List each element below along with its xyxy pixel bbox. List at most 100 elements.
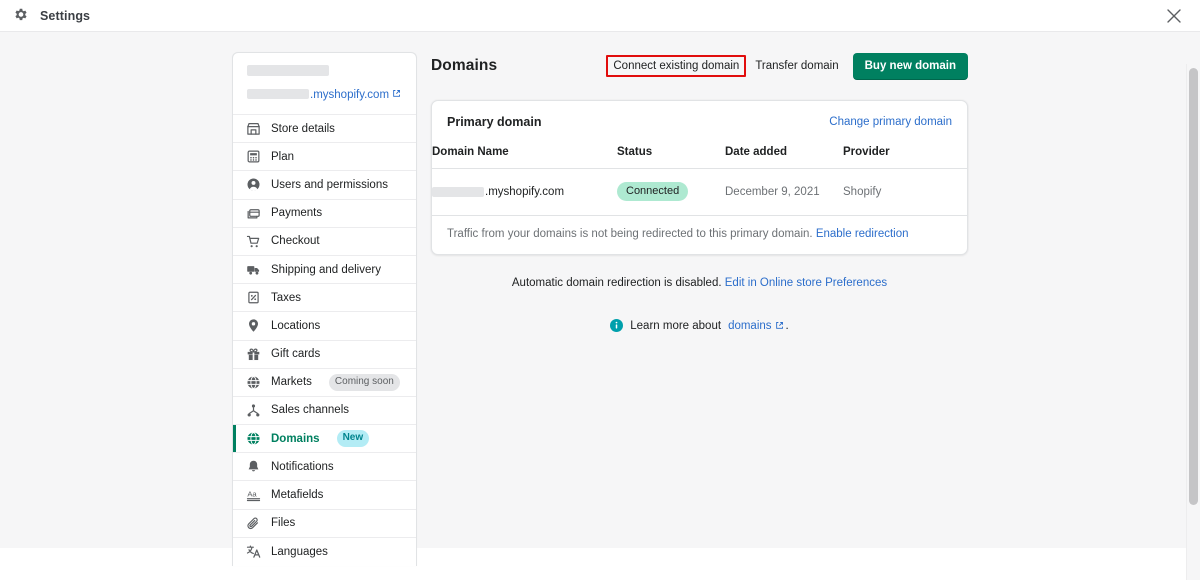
domains-help-link[interactable]: domains — [728, 320, 771, 332]
edit-online-store-preferences-link[interactable]: Edit in Online store Preferences — [725, 277, 887, 289]
percent-icon — [246, 290, 261, 305]
main-content: Domains Connect existing domain Transfer… — [431, 52, 968, 332]
cell-status: Connected — [617, 169, 725, 216]
close-button[interactable] — [1158, 0, 1190, 32]
channels-icon — [246, 403, 261, 418]
header-actions: Connect existing domain Transfer domain … — [606, 53, 968, 80]
change-primary-domain-link[interactable]: Change primary domain — [829, 116, 952, 128]
sidebar-item-label: Files — [271, 517, 295, 529]
sidebar-item-label: Plan — [271, 151, 294, 163]
store-name-redacted — [247, 65, 329, 76]
learn-more-suffix: . — [786, 320, 789, 332]
external-link-icon — [775, 321, 784, 330]
page-title: Domains — [431, 57, 497, 75]
app-top-bar: Settings — [0, 0, 1200, 32]
sidebar-item-payments[interactable]: Payments — [233, 200, 416, 228]
sidebar-item-domains[interactable]: Domains New — [233, 425, 416, 453]
redirection-notice-text: Traffic from your domains is not being r… — [447, 228, 813, 240]
sidebar-item-shipping-and-delivery[interactable]: Shipping and delivery — [233, 256, 416, 284]
window-title: Settings — [40, 9, 90, 23]
page-scrollbar-thumb[interactable] — [1189, 68, 1198, 505]
sidebar-item-metafields[interactable]: Aa Metafields — [233, 481, 416, 509]
sidebar-item-badge: New — [337, 430, 370, 447]
main-header: Domains Connect existing domain Transfer… — [431, 52, 968, 80]
calculator-icon — [246, 149, 261, 164]
cell-domain-name: .myshopify.com — [432, 169, 617, 216]
column-header-provider: Provider — [843, 140, 967, 169]
column-header-domain-name: Domain Name — [432, 140, 617, 169]
transfer-domain-button[interactable]: Transfer domain — [748, 55, 845, 77]
sidebar-item-label: Locations — [271, 320, 320, 332]
sidebar-item-checkout[interactable]: Checkout — [233, 228, 416, 256]
column-header-date-added: Date added — [725, 140, 843, 169]
sidebar-item-label: Taxes — [271, 292, 301, 304]
sidebar-item-locations[interactable]: Locations — [233, 312, 416, 340]
sidebar-item-store-details[interactable]: Store details — [233, 115, 416, 143]
table-row[interactable]: .myshopify.com ConnectedDecember 9, 2021S… — [432, 169, 967, 216]
truck-icon — [246, 262, 261, 277]
sidebar-item-label: Domains — [271, 433, 320, 445]
sidebar-nav-list: Store details Plan Users and permissions Pa… — [233, 115, 416, 566]
sidebar-item-users-and-permissions[interactable]: Users and permissions — [233, 171, 416, 199]
domain-name-text: .myshopify.com — [485, 186, 564, 198]
page-scrollbar-track[interactable] — [1186, 64, 1200, 580]
sidebar-item-badge: Coming soon — [329, 374, 400, 391]
primary-domain-card: Primary domain Change primary domain Dom… — [431, 100, 968, 255]
storefront-icon — [246, 121, 261, 136]
store-handle-redacted — [247, 89, 309, 99]
sidebar-item-label: Sales channels — [271, 404, 349, 416]
cell-provider: Shopify — [843, 169, 967, 216]
top-bar-left-group: Settings — [0, 7, 90, 25]
auto-redirection-text: Automatic domain redirection is disabled… — [512, 277, 722, 289]
store-domain-label[interactable]: .myshopify.com — [310, 89, 389, 101]
sidebar-item-sales-channels[interactable]: Sales channels — [233, 397, 416, 425]
domains-table-body: .myshopify.com ConnectedDecember 9, 2021S… — [432, 169, 967, 216]
sidebar-item-taxes[interactable]: Taxes — [233, 284, 416, 312]
metafields-icon: Aa — [246, 488, 261, 503]
connect-existing-domain-button[interactable]: Connect existing domain — [606, 55, 746, 77]
sidebar-item-label: Checkout — [271, 235, 320, 247]
external-link-icon — [392, 85, 401, 94]
sidebar-item-label: Users and permissions — [271, 179, 388, 191]
sidebar-item-label: Payments — [271, 207, 322, 219]
cart-icon — [246, 234, 261, 249]
paperclip-icon — [246, 516, 261, 531]
sidebar-item-files[interactable]: Files — [233, 510, 416, 538]
close-icon — [1167, 9, 1181, 23]
person-icon — [246, 177, 261, 192]
sidebar-item-markets[interactable]: Markets Coming soon — [233, 369, 416, 397]
sidebar-item-label: Shipping and delivery — [271, 264, 381, 276]
cell-date-added: December 9, 2021 — [725, 169, 843, 216]
redirection-notice: Traffic from your domains is not being r… — [432, 216, 967, 254]
sidebar-item-label: Gift cards — [271, 348, 320, 360]
bell-icon — [246, 459, 261, 474]
domain-name-wrapper: .myshopify.com — [432, 186, 617, 198]
page-body: .myshopify.com Store details Plan Users an… — [0, 32, 1200, 548]
learn-more-row: Learn more about domains . — [431, 319, 968, 332]
column-header-status: Status — [617, 140, 725, 169]
domains-table: Domain Name Status Date added Provider .… — [432, 140, 967, 216]
sidebar-item-label: Metafields — [271, 489, 323, 501]
sidebar-item-gift-cards[interactable]: Gift cards — [233, 341, 416, 369]
enable-redirection-link[interactable]: Enable redirection — [816, 228, 909, 240]
auto-redirection-note: Automatic domain redirection is disabled… — [431, 277, 968, 289]
translate-icon — [246, 544, 261, 559]
primary-domain-title: Primary domain — [447, 115, 541, 129]
buy-new-domain-button[interactable]: Buy new domain — [853, 53, 968, 80]
credit-card-icon — [246, 206, 261, 221]
sidebar-item-label: Markets — [271, 376, 312, 388]
sidebar-item-languages[interactable]: Languages — [233, 538, 416, 566]
settings-sidebar: .myshopify.com Store details Plan Users an… — [232, 52, 417, 566]
globe-icon — [246, 431, 261, 446]
sidebar-store-header: .myshopify.com — [233, 53, 416, 115]
info-icon — [610, 319, 623, 332]
sidebar-item-label: Notifications — [271, 461, 334, 473]
domains-table-head: Domain Name Status Date added Provider — [432, 140, 967, 169]
table-header-row: Domain Name Status Date added Provider — [432, 140, 967, 169]
sidebar-item-notifications[interactable]: Notifications — [233, 453, 416, 481]
sidebar-item-plan[interactable]: Plan — [233, 143, 416, 171]
learn-more-prefix: Learn more about — [630, 320, 721, 332]
globe-icon — [246, 375, 261, 390]
domain-name-redacted — [432, 187, 484, 197]
sidebar-item-label: Store details — [271, 123, 335, 135]
